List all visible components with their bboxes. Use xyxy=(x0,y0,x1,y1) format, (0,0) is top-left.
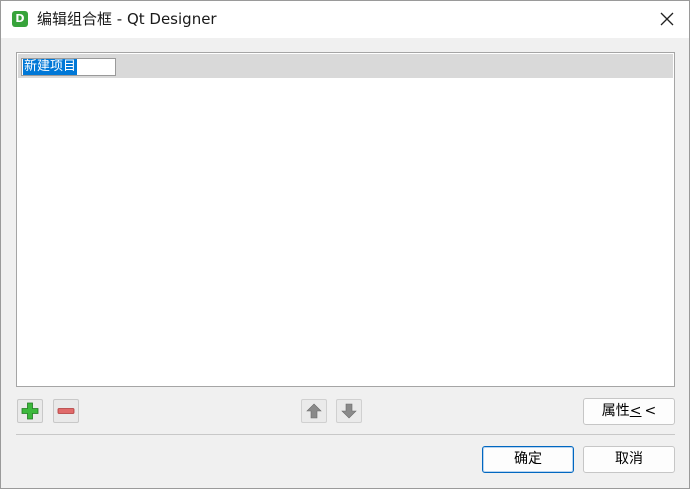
plus-icon xyxy=(21,402,39,420)
qt-designer-app-icon: D xyxy=(12,11,28,27)
separator-line xyxy=(16,434,675,435)
items-list[interactable]: 新建项目 xyxy=(16,52,675,387)
move-down-button[interactable] xyxy=(336,399,362,423)
arrow-down-icon xyxy=(341,403,357,419)
properties-toggle-button[interactable]: 属性< < xyxy=(583,398,675,425)
list-item[interactable]: 新建项目 xyxy=(18,54,673,78)
add-item-button[interactable] xyxy=(17,399,43,423)
properties-label-suffix: < xyxy=(644,403,657,419)
minus-icon xyxy=(57,408,75,414)
close-button[interactable] xyxy=(653,6,681,32)
close-icon xyxy=(660,12,674,26)
remove-item-button[interactable] xyxy=(53,399,79,423)
ok-button[interactable]: 确定 xyxy=(482,446,574,473)
properties-label-prefix: 属性 xyxy=(601,403,630,419)
dialog-window: D 编辑组合框 - Qt Designer 新建项目 属性< < 确定 取消 xyxy=(0,0,690,489)
item-edit-text: 新建项目 xyxy=(23,59,78,75)
move-up-button[interactable] xyxy=(301,399,327,423)
title-bar[interactable]: D 编辑组合框 - Qt Designer xyxy=(1,1,689,38)
window-title: 编辑组合框 - Qt Designer xyxy=(37,10,217,28)
properties-label-mnemonic: < xyxy=(629,403,642,419)
arrow-up-icon xyxy=(306,403,322,419)
item-edit-input[interactable]: 新建项目 xyxy=(21,58,116,76)
cancel-button[interactable]: 取消 xyxy=(583,446,675,473)
